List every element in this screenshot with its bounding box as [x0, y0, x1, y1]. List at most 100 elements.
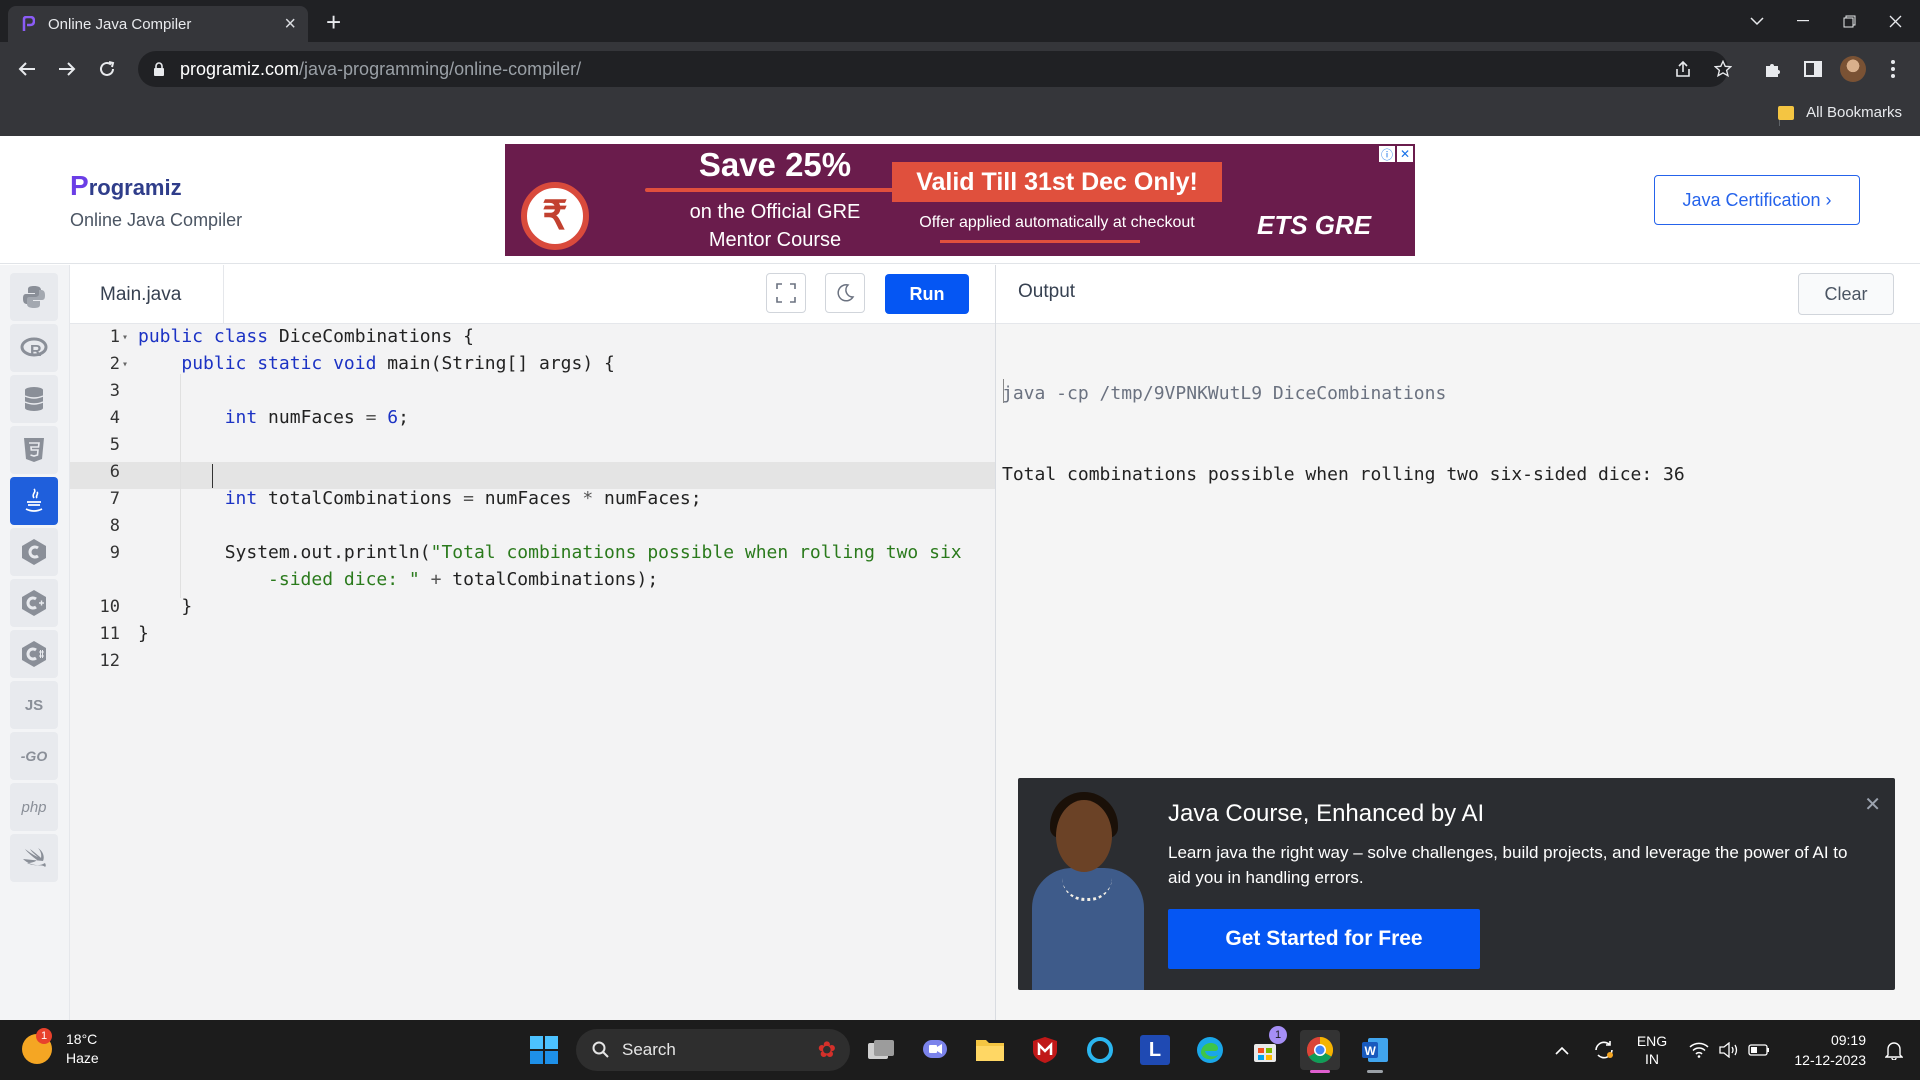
- forward-arrow-icon[interactable]: [52, 54, 82, 84]
- chrome-icon[interactable]: [1300, 1030, 1340, 1073]
- code-line-1: public class DiceCombinations {: [138, 326, 474, 347]
- poinsettia-icon: ✿: [817, 1037, 836, 1062]
- task-view-icon[interactable]: [861, 1030, 901, 1070]
- line-number: 6: [109, 462, 120, 482]
- fold-arrow-icon[interactable]: ▾: [122, 359, 128, 370]
- java-certification-button[interactable]: Java Certification ›: [1654, 175, 1860, 225]
- all-bookmarks-button[interactable]: All Bookmarks: [1778, 104, 1902, 121]
- code-line-9: System.out.println("Total combinations p…: [138, 542, 962, 563]
- output-result: Total combinations possible when rolling…: [1002, 464, 1685, 485]
- file-explorer-icon[interactable]: [970, 1030, 1010, 1070]
- ad-subtext: on the Official GRE Mentor Course: [689, 201, 861, 251]
- tab-search-chevron-icon[interactable]: [1734, 0, 1780, 42]
- fullscreen-icon[interactable]: [766, 273, 806, 313]
- php-icon[interactable]: php: [10, 783, 58, 831]
- cortana-icon[interactable]: [1080, 1030, 1120, 1070]
- ets-gre-logo: ETS GRE: [1257, 210, 1372, 240]
- line-number: 8: [109, 516, 120, 536]
- line-number: 10: [99, 597, 120, 617]
- chrome-menu-kebab-icon[interactable]: [1878, 54, 1908, 84]
- system-clock[interactable]: 09:19 12-12-2023: [1794, 1030, 1866, 1070]
- share-icon[interactable]: [1668, 54, 1698, 84]
- output-console[interactable]: java -cp /tmp/9VPNKWutL9 DiceCombination…: [1002, 326, 1685, 542]
- cpp-language-icon[interactable]: [10, 579, 58, 627]
- c-language-icon[interactable]: [10, 528, 58, 576]
- volume-icon[interactable]: [1714, 1020, 1744, 1080]
- fold-arrow-icon[interactable]: ▾: [122, 332, 128, 343]
- l-app-icon[interactable]: L: [1135, 1030, 1175, 1070]
- weather-widget[interactable]: 1 18°C Haze: [22, 1028, 99, 1068]
- code-line-10: }: [138, 596, 193, 617]
- bookmark-star-icon[interactable]: [1708, 54, 1738, 84]
- input-language-indicator[interactable]: ENG IN: [1630, 1020, 1674, 1080]
- line-number: 4: [109, 408, 120, 428]
- teams-chat-icon[interactable]: [915, 1030, 955, 1070]
- line-number-gutter: 1 ▾ 2 ▾ 3 4 5 6 7 8 9 10 11 12: [70, 324, 132, 1020]
- rupee-icon: ₹: [521, 182, 589, 250]
- clear-button[interactable]: Clear: [1798, 273, 1894, 315]
- microsoft-store-icon[interactable]: 1: [1245, 1026, 1287, 1070]
- notification-bell-icon[interactable]: [1876, 1020, 1912, 1080]
- wifi-icon[interactable]: [1684, 1020, 1714, 1080]
- extensions-puzzle-icon[interactable]: [1758, 54, 1788, 84]
- profile-avatar[interactable]: [1838, 54, 1868, 84]
- battery-icon[interactable]: [1744, 1020, 1774, 1080]
- side-panel-icon[interactable]: [1798, 54, 1828, 84]
- new-tab-button[interactable]: +: [326, 7, 341, 38]
- get-started-button[interactable]: Get Started for Free: [1168, 909, 1480, 969]
- editor-header: Main.java Run: [70, 265, 995, 324]
- browser-toolbar: programiz.com/java-programming/online-co…: [0, 42, 1920, 96]
- bookmarks-bar: All Bookmarks: [0, 96, 1920, 136]
- back-arrow-icon[interactable]: [12, 54, 42, 84]
- minimize-button[interactable]: [1780, 0, 1826, 42]
- line-number: 3: [109, 381, 120, 401]
- promo-description: Learn java the right way – solve challen…: [1168, 843, 1848, 887]
- programiz-favicon: [20, 16, 36, 32]
- dark-mode-moon-icon[interactable]: [825, 273, 865, 313]
- windows-start-icon[interactable]: [524, 1030, 564, 1070]
- code-line-2: public static void main(String[] args) {: [181, 353, 615, 374]
- temperature: 18°C: [66, 1031, 98, 1047]
- word-icon[interactable]: W: [1355, 1030, 1395, 1073]
- swift-icon[interactable]: [10, 834, 58, 882]
- programiz-logo[interactable]: Programiz: [70, 170, 182, 202]
- text-cursor: [212, 464, 213, 488]
- sync-icon[interactable]: [1588, 1020, 1620, 1080]
- csharp-language-icon[interactable]: [10, 630, 58, 678]
- browser-tab[interactable]: Online Java Compiler ×: [8, 6, 308, 42]
- sql-database-icon[interactable]: [10, 375, 58, 423]
- ad-close-icon[interactable]: ✕: [1397, 146, 1413, 162]
- gre-advertisement-banner[interactable]: ₹ Save 25% on the Official GRE Mentor Co…: [505, 144, 1415, 256]
- java-icon[interactable]: [10, 477, 58, 525]
- code-editor[interactable]: 1 ▾ 2 ▾ 3 4 5 6 7 8 9 10 11 12 public cl…: [70, 324, 995, 1020]
- folder-icon: [1778, 105, 1795, 120]
- javascript-icon[interactable]: JS: [10, 681, 58, 729]
- close-tab-icon[interactable]: ×: [284, 13, 296, 36]
- taskbar-search-box[interactable]: Search ✿: [576, 1029, 850, 1071]
- python-icon[interactable]: [10, 273, 58, 321]
- mcafee-icon[interactable]: [1025, 1030, 1065, 1070]
- promo-title: Java Course, Enhanced by AI: [1168, 800, 1485, 827]
- show-hidden-icons-chevron[interactable]: [1546, 1020, 1578, 1080]
- output-title: Output: [1018, 281, 1076, 302]
- go-language-icon[interactable]: -GO: [10, 732, 58, 780]
- instructor-photo: [1028, 790, 1148, 990]
- java-course-promo: Java Course, Enhanced by AI Learn java t…: [1018, 778, 1895, 990]
- page-subtitle: Online Java Compiler: [70, 210, 243, 230]
- html5-icon[interactable]: [10, 426, 58, 474]
- run-button[interactable]: Run: [885, 274, 969, 314]
- edge-browser-icon[interactable]: [1190, 1030, 1230, 1070]
- reload-icon[interactable]: [92, 54, 122, 84]
- ad-info-icon[interactable]: ⓘ: [1379, 146, 1395, 162]
- active-line-highlight: [70, 462, 995, 489]
- restore-button[interactable]: [1826, 0, 1872, 42]
- r-language-icon[interactable]: R: [10, 324, 58, 372]
- address-bar[interactable]: programiz.com/java-programming/online-co…: [138, 51, 1728, 87]
- code-line-4: int numFaces = 6;: [224, 407, 409, 428]
- close-window-button[interactable]: [1872, 0, 1918, 42]
- ad-choices[interactable]: ⓘ ✕: [1379, 146, 1413, 162]
- promo-close-icon[interactable]: ✕: [1864, 792, 1881, 817]
- clock-time: 09:19: [1830, 1032, 1866, 1048]
- line-number: 12: [99, 651, 120, 671]
- file-tab-main-java[interactable]: Main.java: [70, 265, 224, 324]
